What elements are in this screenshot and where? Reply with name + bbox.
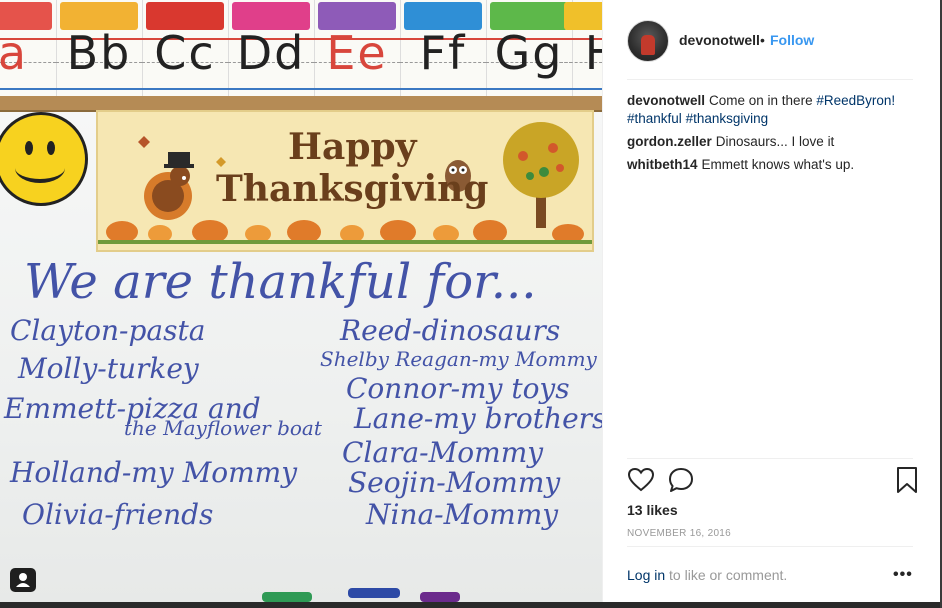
- comment-text: Dinosaurs... I love it: [715, 134, 835, 149]
- alphabet-card: Bb: [56, 0, 143, 96]
- alphabet-card: a: [0, 0, 57, 96]
- follow-button[interactable]: Follow: [770, 32, 814, 48]
- caption-username[interactable]: devonotwell: [627, 93, 705, 108]
- instagram-post-frame: a Bb Cc Dd Ee Ff Gg Happy Thanksgiving W…: [0, 0, 942, 608]
- list-item: Connor-my toys: [346, 372, 570, 405]
- comment-username[interactable]: whitbeth14: [627, 157, 698, 172]
- divider: [627, 458, 913, 459]
- comments-list: devonotwell Come on in there #ReedByron! …: [627, 92, 913, 179]
- likes-count[interactable]: 13 likes: [627, 502, 678, 518]
- comment-username[interactable]: gordon.zeller: [627, 134, 712, 149]
- banner-title-thanksgiving: Thanksgiving: [216, 168, 489, 210]
- list-item: Reed-dinosaurs: [340, 314, 561, 347]
- marker-purple: [420, 592, 460, 602]
- hashtag-link[interactable]: #thanksgiving: [686, 111, 769, 126]
- bookmark-icon[interactable]: [893, 466, 921, 494]
- alphabet-card: Ff: [400, 0, 487, 96]
- more-options-button[interactable]: •••: [893, 566, 913, 584]
- list-item: Nina-Mommy: [366, 498, 559, 531]
- heart-icon[interactable]: [627, 466, 655, 494]
- header-username[interactable]: devonotwell: [679, 32, 760, 48]
- pumpkin-row: [98, 220, 592, 244]
- post-photo[interactable]: a Bb Cc Dd Ee Ff Gg Happy Thanksgiving W…: [0, 0, 602, 602]
- comment: whitbeth14 Emmett knows what's up.: [627, 156, 913, 174]
- comment: gordon.zeller Dinosaurs... I love it: [627, 133, 913, 151]
- marker-green: [262, 592, 312, 602]
- list-item: Olivia-friends: [22, 498, 214, 531]
- avatar[interactable]: [627, 20, 669, 62]
- autumn-tree-icon: [503, 122, 579, 228]
- turkey-icon: [144, 152, 194, 220]
- post-header: devonotwell • Follow: [603, 0, 941, 80]
- list-item: Clara-Mommy: [342, 436, 544, 469]
- caption: devonotwell Come on in there #ReedByron! …: [627, 92, 913, 128]
- alphabet-card: Dd: [228, 0, 315, 96]
- alphabet-card: Cc: [142, 0, 229, 96]
- post-date: NOVEMBER 16, 2016: [627, 528, 732, 539]
- comment-text: Emmett knows what's up.: [701, 157, 855, 172]
- list-item: Molly-turkey: [18, 352, 199, 385]
- action-bar: [627, 466, 917, 496]
- list-item: Clayton-pasta: [10, 314, 206, 347]
- banner-title-happy: Happy: [288, 126, 417, 168]
- login-prompt: Log in to like or comment.: [627, 567, 787, 583]
- list-item: Holland-my Mommy: [10, 456, 298, 489]
- alphabet-card: H: [560, 0, 602, 96]
- login-link[interactable]: Log in: [627, 567, 665, 583]
- login-prompt-text: to like or comment.: [669, 567, 788, 583]
- list-item: the Mayflower boat: [124, 416, 322, 440]
- hashtag-link[interactable]: #ReedByron!: [816, 93, 895, 108]
- alphabet-card: Ee: [314, 0, 401, 96]
- post-sidebar: devonotwell • Follow devonotwell Come on …: [602, 0, 941, 602]
- alphabet-strip: a Bb Cc Dd Ee Ff Gg: [0, 0, 602, 99]
- whiteboard-title: We are thankful for...: [24, 254, 537, 310]
- thanksgiving-banner: Happy Thanksgiving: [96, 110, 594, 252]
- marker-blue: [348, 588, 400, 598]
- divider: [627, 546, 913, 547]
- divider: [627, 79, 913, 80]
- hashtag-link[interactable]: #thankful: [627, 111, 682, 126]
- list-item: Seojin-Mommy: [348, 466, 561, 499]
- list-item: Shelby Reagan-my Mommy: [320, 347, 597, 371]
- user-tag-icon[interactable]: [10, 568, 36, 592]
- list-item: Lane-my brothers: [354, 402, 602, 435]
- caption-text: Come on in there: [709, 93, 813, 108]
- separator-dot: •: [760, 32, 765, 48]
- comment-bubble-icon[interactable]: [667, 466, 695, 494]
